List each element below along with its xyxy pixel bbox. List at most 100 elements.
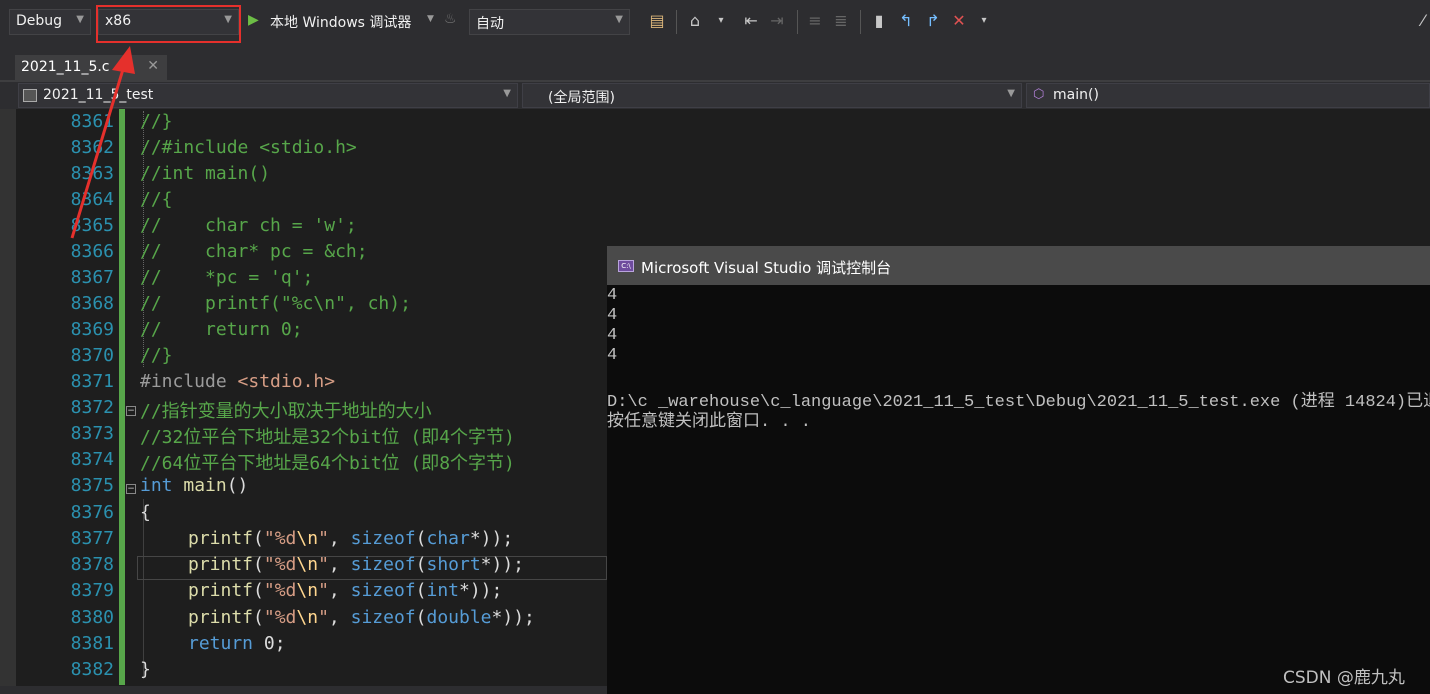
line-number: 8373: [70, 423, 114, 444]
line-number: 8375: [70, 475, 114, 496]
keyword: sizeof: [350, 580, 416, 601]
mode-label: 自动: [476, 16, 504, 32]
scope-label: (全局范围): [548, 90, 615, 106]
tab-file[interactable]: 2021_11_5.c ✕: [15, 55, 167, 82]
line-number: 8377: [70, 528, 114, 549]
code-line: //指针变量的大小取决于地址的大小: [140, 401, 432, 422]
code-line: //}: [140, 345, 173, 366]
code-line: }: [140, 659, 151, 680]
console-icon: C:\: [618, 260, 634, 272]
console-output-line: 4: [607, 306, 618, 325]
function-dropdown[interactable]: ⬡ main(): [1026, 83, 1430, 108]
mode-dropdown[interactable]: 自动 ▼: [469, 9, 630, 35]
line-number: 8372: [70, 397, 114, 418]
folder-search-icon[interactable]: ▤: [648, 12, 666, 30]
watermark: CSDN @鹿九丸: [1283, 668, 1405, 688]
line-number: 8374: [70, 449, 114, 470]
code-line: {: [140, 502, 151, 523]
string-literal: ": [318, 607, 329, 628]
code-line: // printf("%c\n", ch);: [140, 293, 411, 314]
flame-icon[interactable]: ♨: [444, 11, 457, 27]
toolbar-separator: [676, 10, 677, 34]
config-dropdown[interactable]: Debug ▼: [9, 9, 91, 35]
previous-bookmark-icon[interactable]: ↰: [897, 12, 915, 30]
line-number: 8379: [70, 580, 114, 601]
scope-dropdown[interactable]: (全局范围) ▼: [522, 83, 1022, 108]
line-number: 8361: [70, 111, 114, 132]
line-number: 8362: [70, 137, 114, 158]
code-line: printf("%d\n", sizeof(char*));: [188, 528, 514, 549]
navigation-bar: 2021_11_5_test ▼ (全局范围) ▼ ⬡ main(): [0, 82, 1430, 109]
annotation-highlight-box: [96, 5, 241, 43]
outdent-icon[interactable]: ⇥: [768, 12, 786, 30]
project-icon: [23, 89, 37, 102]
code-line: #include <stdio.h>: [140, 371, 335, 392]
chevron-down-icon: ▼: [1007, 88, 1015, 99]
console-output-line: 4: [607, 346, 618, 365]
console-title: Microsoft Visual Studio 调试控制台: [641, 259, 892, 277]
type-keyword: char: [426, 528, 470, 549]
include-path: <stdio.h>: [237, 371, 336, 392]
fold-collapse-icon[interactable]: −: [126, 484, 136, 494]
string-literal: "%d: [263, 607, 297, 628]
code-line: //32位平台下地址是32个bit位 (即4个字节): [140, 427, 515, 448]
play-icon[interactable]: ▶: [248, 12, 259, 28]
comment-lines-icon[interactable]: ≡: [806, 12, 824, 30]
home-icon[interactable]: ⌂: [686, 12, 704, 30]
toolbar-separator: [860, 10, 861, 34]
line-number: 8369: [70, 319, 114, 340]
bookmark-icon[interactable]: ▮: [870, 12, 888, 30]
return-value: 0;: [253, 633, 286, 654]
chevron-down-icon[interactable]: ▾: [975, 12, 993, 30]
escape-sequence: \n: [296, 528, 319, 549]
function-call: printf: [188, 580, 254, 601]
chevron-down-icon[interactable]: ▼: [427, 14, 434, 24]
line-number: 8378: [70, 554, 114, 575]
line-number: 8363: [70, 163, 114, 184]
code-line: return 0;: [188, 633, 286, 654]
preprocessor-directive: #include: [140, 371, 238, 392]
console-title-bar[interactable]: C:\ Microsoft Visual Studio 调试控制台: [607, 246, 1430, 285]
cube-icon: ⬡: [1033, 87, 1045, 102]
start-debugger-button[interactable]: 本地 Windows 调试器: [270, 12, 411, 32]
chevron-down-icon: ▼: [76, 14, 84, 25]
uncomment-lines-icon[interactable]: ≣: [832, 12, 850, 30]
code-line: // char* pc = &ch;: [140, 241, 368, 262]
keyword: int: [140, 475, 173, 496]
project-dropdown[interactable]: 2021_11_5_test ▼: [18, 83, 518, 108]
line-number: 8370: [70, 345, 114, 366]
line-number: 8376: [70, 502, 114, 523]
debug-console-window[interactable]: C:\ Microsoft Visual Studio 调试控制台 4 4 4 …: [607, 246, 1430, 694]
fold-guide: [143, 499, 144, 679]
code-line: //{: [140, 189, 173, 210]
code-line: // *pc = 'q';: [140, 267, 314, 288]
indent-icon[interactable]: ⇤: [742, 12, 760, 30]
change-tracking-bar: [119, 109, 125, 685]
console-output-line: 4: [607, 326, 618, 345]
overflow-icon[interactable]: ⁄: [1414, 12, 1430, 30]
type-keyword: double: [426, 607, 492, 628]
code-line: //int main(): [140, 163, 271, 184]
fold-collapse-icon[interactable]: −: [126, 406, 136, 416]
close-icon[interactable]: ✕: [147, 58, 159, 74]
punctuation: (): [226, 475, 249, 496]
string-literal: ": [318, 580, 329, 601]
chevron-down-icon[interactable]: ▾: [712, 12, 730, 30]
clear-bookmarks-icon[interactable]: ✕: [950, 12, 968, 30]
line-number: 8381: [70, 633, 114, 654]
editor-status-bar: [0, 686, 607, 694]
line-number-gutter: 8361 8362 8363 8364 8365 8366 8367 8368 …: [16, 109, 120, 694]
function-label: main(): [1053, 87, 1099, 103]
string-literal: ": [318, 554, 329, 575]
string-literal: "%d: [263, 554, 297, 575]
line-number: 8368: [70, 293, 114, 314]
line-number: 8382: [70, 659, 114, 680]
indicator-margin: [0, 109, 16, 694]
code-line: // char ch = 'w';: [140, 215, 357, 236]
type-keyword: short: [426, 554, 481, 575]
next-bookmark-icon[interactable]: ↱: [924, 12, 942, 30]
line-number: 8366: [70, 241, 114, 262]
string-literal: "%d: [263, 580, 297, 601]
project-label: 2021_11_5_test: [43, 87, 154, 103]
keyword: return: [188, 633, 254, 654]
